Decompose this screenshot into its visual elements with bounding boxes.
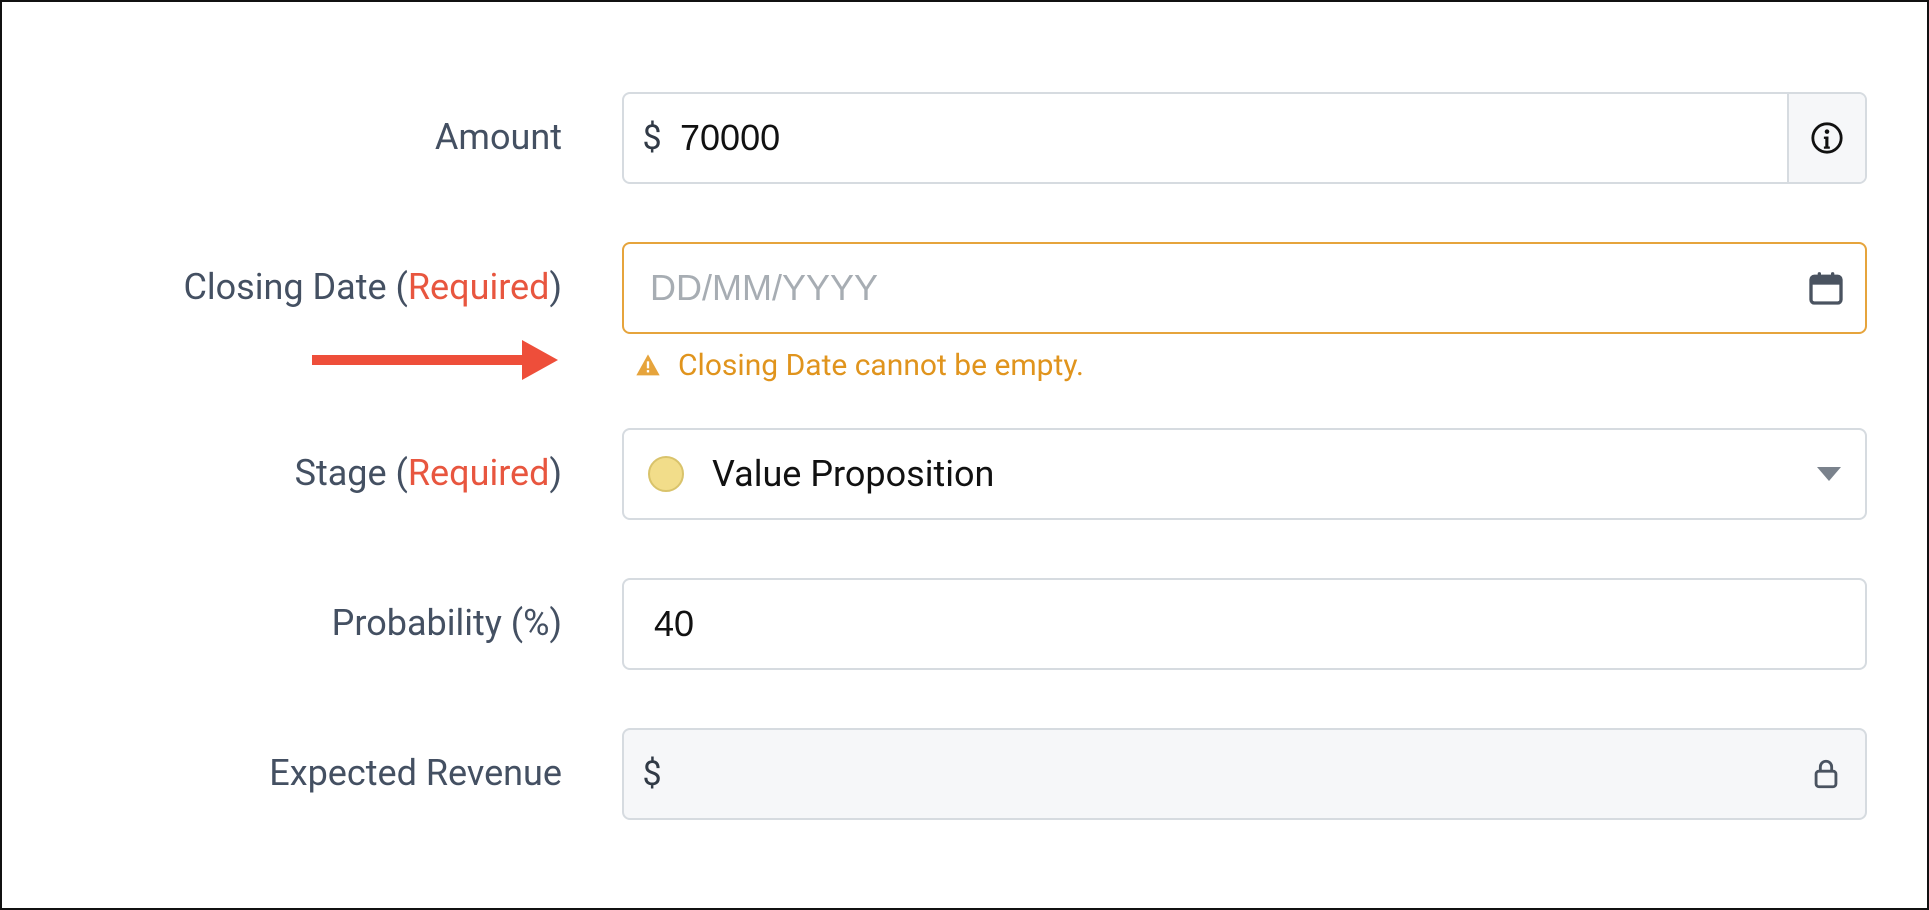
field-probability (622, 578, 1867, 670)
label-amount: Amount (62, 116, 622, 159)
closing-date-error: Closing Date cannot be empty. (634, 348, 1084, 383)
warning-icon (634, 352, 662, 380)
form: Amount $ (62, 92, 1867, 820)
expected-revenue-input (680, 730, 1787, 818)
probability-input-wrap (622, 578, 1867, 670)
info-icon (1810, 121, 1844, 155)
label-stage: Stage (Required) (62, 452, 622, 495)
field-stage: Value Proposition (622, 428, 1867, 520)
label-probability-text: Probability (%) (332, 602, 562, 644)
currency-prefix: $ (624, 118, 680, 158)
chevron-down-icon (1817, 467, 1841, 481)
stage-select[interactable]: Value Proposition (622, 428, 1867, 520)
label-expected-revenue-text: Expected Revenue (269, 752, 562, 794)
label-probability: Probability (%) (62, 602, 622, 645)
closing-date-input[interactable] (624, 244, 1787, 332)
label-closing-date-pre: Closing Date ( (183, 266, 407, 308)
amount-info-button[interactable] (1787, 94, 1865, 182)
label-closing-date-required: Required (408, 266, 550, 308)
expected-revenue-locked (1787, 730, 1865, 818)
row-expected-revenue: Expected Revenue $ (62, 728, 1867, 820)
currency-prefix-revenue: $ (624, 754, 680, 794)
stage-selected-text: Value Proposition (712, 453, 1817, 495)
label-stage-post: ) (549, 452, 562, 494)
closing-date-error-text: Closing Date cannot be empty. (678, 348, 1084, 383)
calendar-icon (1806, 268, 1846, 308)
field-expected-revenue: $ (622, 728, 1867, 820)
label-stage-required: Required (408, 452, 550, 494)
field-closing-date (622, 242, 1867, 334)
form-panel: Amount $ (0, 0, 1929, 910)
row-stage: Stage (Required) Value Proposition (62, 428, 1867, 520)
label-amount-text: Amount (435, 116, 562, 158)
label-stage-pre: Stage ( (295, 452, 408, 494)
row-closing-date: Closing Date (Required) (62, 242, 1867, 334)
expected-revenue-input-wrap: $ (622, 728, 1867, 820)
lock-icon (1809, 757, 1843, 791)
row-amount: Amount $ (62, 92, 1867, 184)
amount-input-wrap: $ (622, 92, 1867, 184)
closing-date-picker-button[interactable] (1787, 244, 1865, 332)
label-closing-date: Closing Date (Required) (62, 266, 622, 309)
field-amount: $ (622, 92, 1867, 184)
probability-input[interactable] (624, 580, 1865, 668)
closing-date-input-wrap (622, 242, 1867, 334)
label-closing-date-post: ) (549, 266, 562, 308)
label-expected-revenue: Expected Revenue (62, 752, 622, 795)
amount-input[interactable] (680, 94, 1787, 182)
stage-color-dot (648, 456, 684, 492)
row-probability: Probability (%) (62, 578, 1867, 670)
